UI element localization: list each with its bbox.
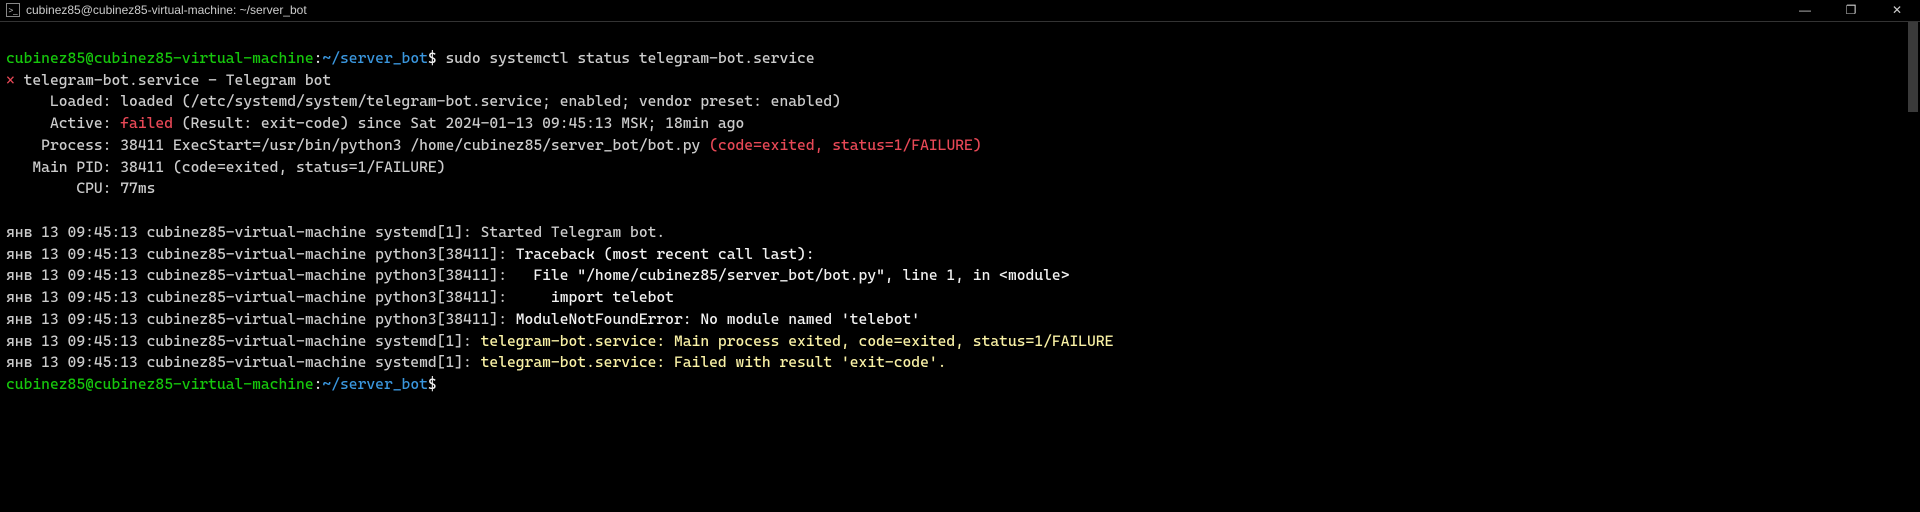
process-status: (code=exited, status=1/FAILURE)	[709, 136, 981, 154]
active-label: Active:	[6, 114, 120, 132]
process-value: 38411 ExecStart=/usr/bin/python3 /home/c…	[120, 136, 709, 154]
unit-name-line: telegram-bot.service - Telegram bot	[15, 71, 331, 89]
prompt-dollar: $	[428, 49, 437, 67]
log-line-7-msg: telegram-bot.service: Failed with result…	[481, 353, 947, 371]
log-line-1: янв 13 09:45:13 cubinez85-virtual-machin…	[6, 223, 665, 241]
maximize-button[interactable]: ❐	[1828, 0, 1874, 22]
scrollbar[interactable]	[1906, 22, 1920, 512]
terminal-icon: >_	[6, 3, 20, 17]
log-line-6-msg: telegram-bot.service: Main process exite…	[481, 332, 1114, 350]
status-bullet-icon: ×	[6, 71, 15, 89]
window-controls: — ❐ ✕	[1782, 0, 1920, 21]
close-button[interactable]: ✕	[1874, 0, 1920, 22]
log-line-3-prefix: янв 13 09:45:13 cubinez85-virtual-machin…	[6, 266, 533, 284]
window-title: >_ cubinez85@cubinez85-virtual-machine: …	[6, 2, 1782, 19]
prompt-path: ~/server_bot	[322, 49, 427, 67]
command-text: sudo systemctl status telegram-bot.servi…	[437, 49, 815, 67]
log-line-4-prefix: янв 13 09:45:13 cubinez85-virtual-machin…	[6, 288, 551, 306]
log-line-5-prefix: янв 13 09:45:13 cubinez85-virtual-machin…	[6, 310, 516, 328]
log-line-5-msg: ModuleNotFoundError: No module named 'te…	[516, 310, 920, 328]
scrollbar-thumb[interactable]	[1908, 22, 1918, 112]
prompt2-dollar: $	[428, 375, 437, 393]
loaded-label: Loaded:	[6, 92, 120, 110]
prompt-userhost: cubinez85@cubinez85-virtual-machine	[6, 49, 314, 67]
prompt2-path: ~/server_bot	[322, 375, 427, 393]
cpu-value: 77ms	[120, 179, 155, 197]
window-titlebar: >_ cubinez85@cubinez85-virtual-machine: …	[0, 0, 1920, 22]
main-pid-value: 38411 (code=exited, status=1/FAILURE)	[120, 158, 445, 176]
prompt2-userhost: cubinez85@cubinez85-virtual-machine	[6, 375, 314, 393]
process-label: Process:	[6, 136, 120, 154]
log-line-4-msg: import telebot	[551, 288, 674, 306]
cpu-label: CPU:	[6, 179, 120, 197]
minimize-button[interactable]: —	[1782, 0, 1828, 22]
log-line-7-prefix: янв 13 09:45:13 cubinez85-virtual-machin…	[6, 353, 481, 371]
log-line-6-prefix: янв 13 09:45:13 cubinez85-virtual-machin…	[6, 332, 481, 350]
log-line-2-msg: Traceback (most recent call last):	[516, 245, 815, 263]
log-line-3-msg: File "/home/cubinez85/server_bot/bot.py"…	[533, 266, 1069, 284]
window-title-text: cubinez85@cubinez85-virtual-machine: ~/s…	[26, 2, 307, 19]
main-pid-label: Main PID:	[6, 158, 120, 176]
terminal-output[interactable]: cubinez85@cubinez85-virtual-machine:~/se…	[0, 22, 1920, 400]
active-rest: (Result: exit-code) since Sat 2024-01-13…	[173, 114, 744, 132]
loaded-value: loaded (/etc/systemd/system/telegram-bot…	[120, 92, 841, 110]
active-state: failed	[120, 114, 173, 132]
log-line-2-prefix: янв 13 09:45:13 cubinez85-virtual-machin…	[6, 245, 516, 263]
